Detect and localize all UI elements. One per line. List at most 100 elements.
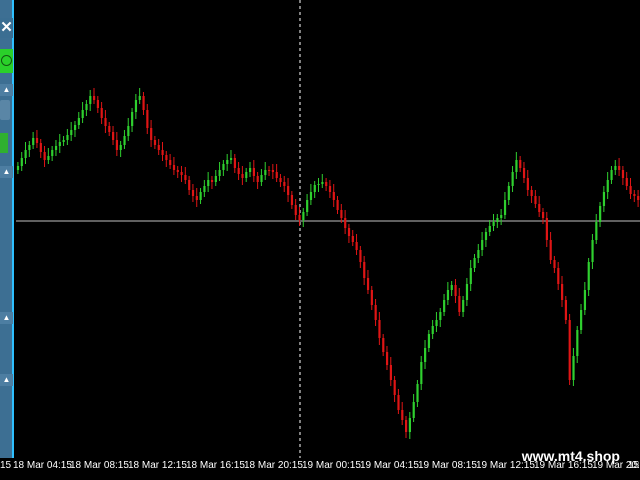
- candle-body: [96, 100, 100, 108]
- candle-body: [112, 132, 115, 140]
- candle-body: [435, 320, 438, 326]
- candle-body: [576, 330, 579, 356]
- candle-body: [401, 410, 404, 420]
- candle-body: [233, 158, 236, 168]
- candle-body: [583, 290, 587, 310]
- candle-body: [549, 240, 552, 260]
- candle-body: [621, 170, 625, 178]
- candle-body: [625, 178, 628, 186]
- candle-body: [557, 268, 560, 284]
- candle-body: [458, 296, 461, 312]
- candle-body: [294, 205, 297, 215]
- candle-body: [89, 96, 92, 104]
- candle-body: [564, 300, 568, 320]
- candle-body: [150, 128, 153, 140]
- candle-body: [618, 166, 621, 170]
- candle-body: [207, 180, 210, 186]
- candle-body: [366, 278, 370, 290]
- candle-body: [606, 180, 609, 192]
- candle-body: [382, 338, 385, 352]
- candle-body: [541, 212, 545, 218]
- candle-body: [473, 258, 476, 268]
- candle-body: [131, 112, 134, 126]
- candle-body: [241, 174, 244, 178]
- candle-body: [229, 158, 233, 160]
- candle-body: [325, 182, 328, 186]
- x-tick: 18 Mar 12:15: [128, 460, 187, 471]
- candle-body: [195, 196, 198, 200]
- candle-body: [218, 170, 221, 176]
- candle-body: [226, 160, 229, 164]
- candle-body: [20, 158, 23, 166]
- candle-body: [138, 96, 141, 100]
- candle-body: [385, 352, 389, 365]
- candle-body: [290, 195, 294, 205]
- candle-body: [172, 165, 176, 170]
- candle-body: [538, 204, 541, 212]
- candle-body: [28, 145, 31, 150]
- candle-body: [123, 136, 126, 145]
- candle-body: [522, 168, 526, 178]
- candle-body: [214, 176, 217, 182]
- candle-body: [519, 160, 522, 168]
- candle-body: [416, 384, 419, 402]
- candle-body: [51, 150, 54, 156]
- candle-body: [526, 178, 529, 190]
- candle-body: [142, 96, 145, 110]
- x-tick: 19 Mar 00:15: [302, 460, 361, 471]
- candle-body: [298, 215, 301, 220]
- candle-body: [260, 175, 263, 182]
- candle-body: [287, 186, 290, 195]
- candle-body: [507, 186, 510, 200]
- x-tick: 18 Mar 16:15: [186, 460, 245, 471]
- candle-body: [180, 172, 183, 175]
- candle-body: [134, 100, 138, 112]
- candle-body: [264, 170, 267, 175]
- candle-body: [492, 222, 495, 226]
- candle-body: [184, 175, 187, 180]
- candle-body: [16, 166, 20, 170]
- candle-body: [484, 232, 488, 240]
- watermark-text: www.mt4.shop: [521, 448, 620, 464]
- candle-body: [268, 170, 271, 171]
- candle-body: [328, 186, 332, 192]
- candle-body: [275, 172, 278, 178]
- candle-body: [104, 118, 107, 126]
- candle-body: [389, 365, 392, 380]
- candle-body: [587, 262, 590, 290]
- candle-body: [633, 194, 636, 196]
- candle-body: [374, 305, 377, 320]
- candle-body: [545, 218, 548, 240]
- candle-body: [73, 125, 77, 130]
- candle-body: [237, 168, 240, 174]
- candle-body: [252, 168, 256, 176]
- price-chart[interactable]: [0, 0, 640, 458]
- candle-body: [530, 190, 533, 196]
- candle-body: [599, 206, 602, 222]
- candle-body: [336, 200, 339, 210]
- candle-body: [35, 138, 39, 143]
- candle-body: [317, 184, 320, 185]
- candle-body: [47, 156, 50, 160]
- candle-body: [393, 380, 396, 395]
- candle-body: [153, 140, 157, 145]
- candle-body: [397, 395, 400, 410]
- candle-body: [439, 312, 442, 320]
- candle-body: [511, 172, 514, 186]
- candle-body: [427, 334, 431, 348]
- x-tick: 19 Mar 04:15: [360, 460, 419, 471]
- candle-body: [81, 110, 84, 118]
- candle-body: [454, 285, 457, 296]
- candle-body: [553, 260, 556, 268]
- candle-body: [443, 300, 446, 312]
- candle-body: [534, 196, 537, 204]
- candle-body: [77, 118, 80, 125]
- candle-body: [39, 143, 42, 152]
- candle-body: [306, 200, 309, 212]
- candle-body: [462, 300, 465, 312]
- candle-body: [169, 160, 172, 165]
- candle-body: [344, 218, 347, 228]
- candle-body: [355, 242, 358, 250]
- candle-body: [279, 178, 282, 182]
- candle-body: [363, 262, 366, 278]
